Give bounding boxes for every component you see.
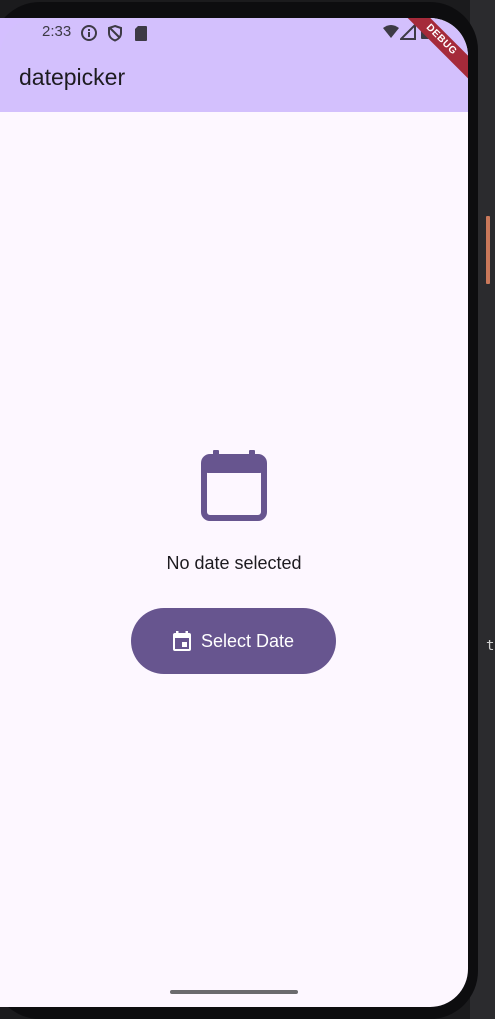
info-icon — [80, 24, 98, 47]
device-screen: 2:33 datepicker DEBUG No date selected S… — [0, 18, 468, 1007]
empty-state-message: No date selected — [166, 553, 302, 573]
shield-icon — [106, 24, 124, 47]
calendar-icon — [201, 450, 267, 527]
phone-frame: 2:33 datepicker DEBUG No date selected S… — [0, 2, 478, 1019]
status-time: 2:33 — [42, 23, 72, 40]
app-bar: 2:33 datepicker — [0, 18, 468, 112]
select-date-label: Select Date — [200, 630, 295, 651]
ide-text: t — [486, 638, 495, 654]
ide-scroll-marker — [486, 216, 490, 284]
signal-icon — [398, 22, 416, 45]
status-bar: 2:33 — [0, 18, 468, 48]
home-indicator[interactable] — [170, 990, 298, 994]
main-content: No date selected Select Date — [0, 112, 468, 1007]
select-date-button[interactable]: Select Date — [131, 608, 336, 674]
sd-card-icon — [133, 24, 149, 47]
event-icon — [172, 631, 191, 651]
app-title: datepicker — [19, 64, 126, 90]
wifi-icon — [382, 24, 400, 45]
